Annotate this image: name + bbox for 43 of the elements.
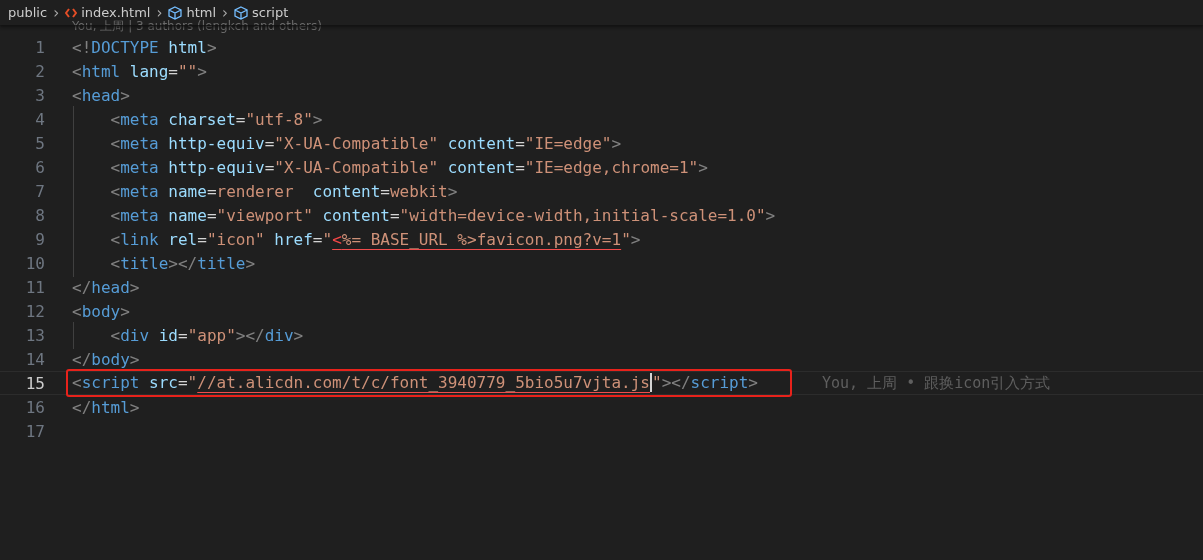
code-line: <meta name=renderer content=webkit> [109, 181, 458, 201]
cube-icon [168, 5, 183, 20]
line-number: 9 [34, 229, 45, 249]
line-number: 6 [34, 157, 45, 177]
line-number: 12 [24, 301, 45, 321]
line-number: 15 [24, 373, 45, 393]
line-number: 10 [24, 253, 45, 273]
code-line: <meta http-equiv="X-UA-Compatible" content="IE=edge"> [109, 133, 622, 153]
breadcrumb-item[interactable]: public [8, 5, 48, 20]
line-number: 13 [24, 325, 45, 345]
cube-icon [234, 5, 249, 20]
git-blame-annotation: You, 上周 • 跟换icon引入方式 [822, 373, 1051, 393]
breadcrumb-separator: › [222, 3, 229, 22]
code-line: </body> [72, 349, 140, 369]
line-number: 8 [34, 205, 45, 225]
line-number: 1 [34, 37, 45, 57]
breadcrumb-item[interactable]: script [252, 5, 289, 20]
line-number: 7 [34, 181, 45, 201]
line-number: 14 [24, 349, 45, 369]
line-number: 5 [34, 133, 45, 153]
breadcrumb-separator: › [156, 3, 163, 22]
code-line: <div id="app"></div> [109, 325, 304, 345]
code-line: </html> [72, 397, 140, 417]
code-line: <meta name="viewport" content="width=device-width,initial-scale=1.0"> [109, 205, 776, 225]
line-number: 4 [34, 109, 45, 129]
code-line: <body> [72, 301, 130, 321]
line-number: 3 [34, 85, 45, 105]
line-number: 11 [24, 277, 45, 297]
code-line: <head> [72, 85, 130, 105]
breadcrumb-item[interactable]: html [186, 5, 217, 20]
code-line: <link rel="icon" href="<%= BASE_URL %>favicon.png?v=1"> [109, 229, 641, 249]
code-line: <title></title> [109, 253, 256, 273]
line-number: 17 [24, 421, 45, 441]
line-number: 16 [24, 397, 45, 417]
code-line: <!DOCTYPE html> [72, 37, 217, 57]
breadcrumb-item[interactable]: index.html [81, 5, 151, 20]
code-line: <html lang=""> [72, 61, 207, 81]
code-line: <meta charset="utf-8"> [109, 109, 323, 129]
code-brackets-icon [65, 7, 78, 18]
line-number: 2 [34, 61, 45, 81]
code-line: <meta http-equiv="X-UA-Compatible" content="IE=edge,chrome=1"> [109, 157, 708, 177]
code-line: </head> [72, 277, 140, 297]
breadcrumb-separator: › [53, 3, 60, 22]
